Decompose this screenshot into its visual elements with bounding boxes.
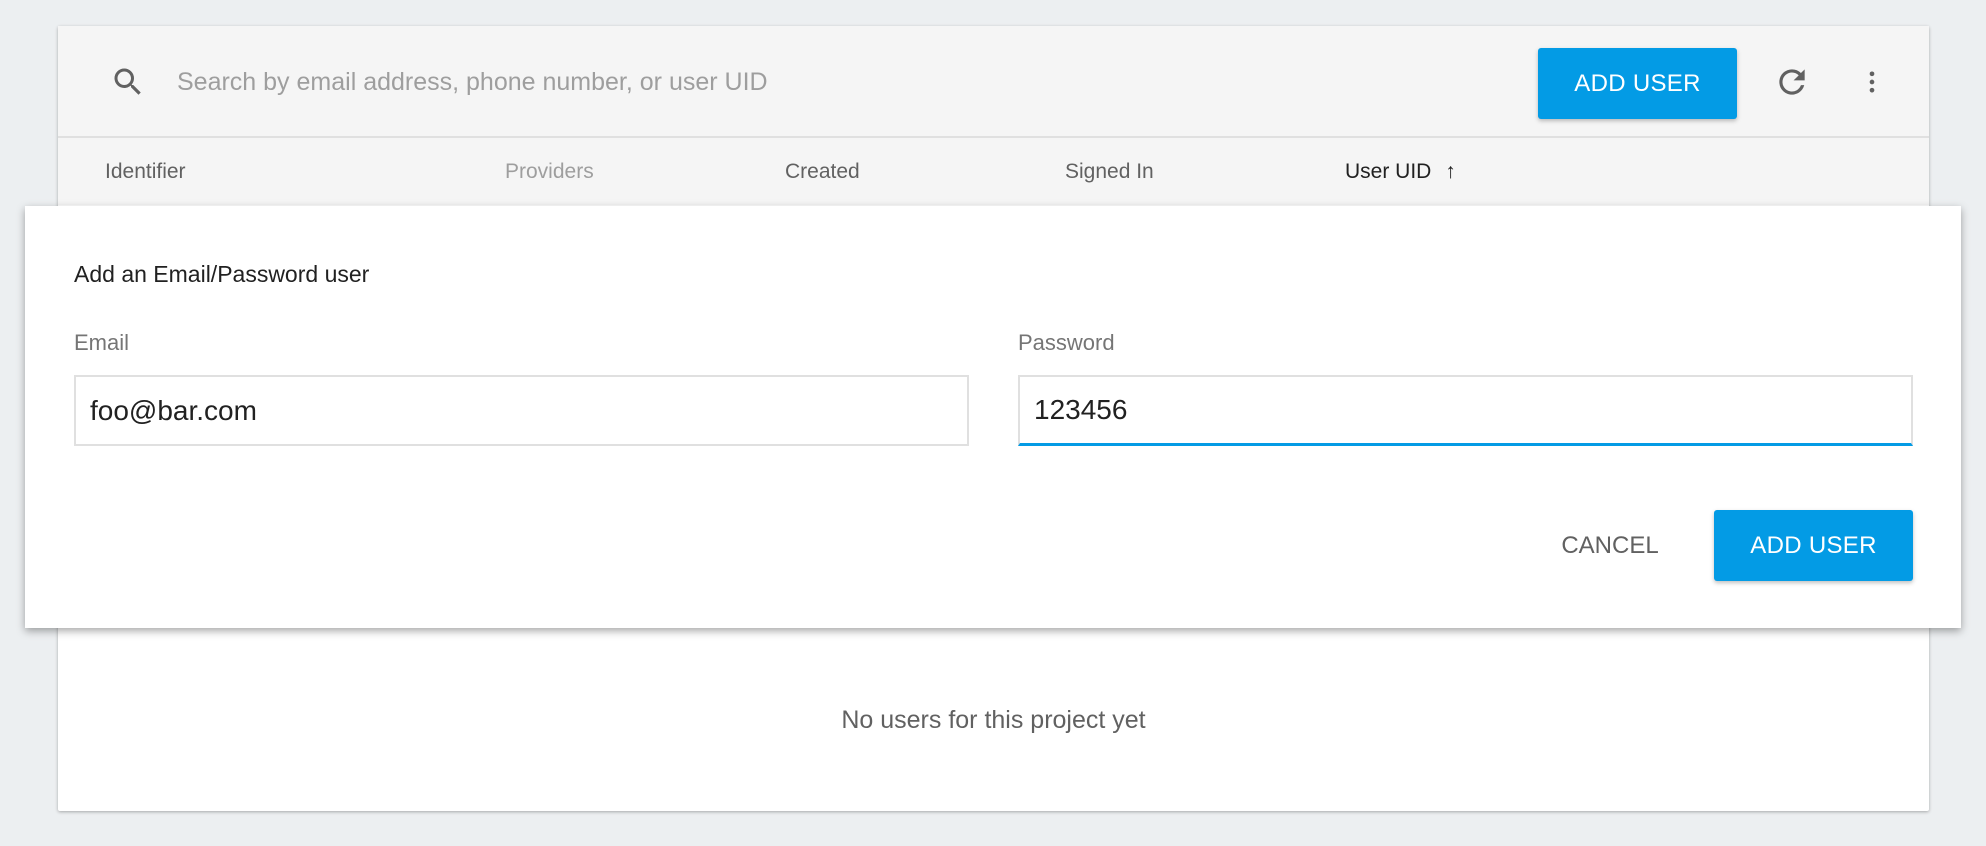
dialog-title: Add an Email/Password user <box>74 261 370 287</box>
column-signed-in[interactable]: Signed In <box>1065 160 1154 184</box>
password-field[interactable] <box>1018 375 1913 446</box>
email-field[interactable] <box>74 375 969 446</box>
column-identifier[interactable]: Identifier <box>105 160 186 184</box>
search-icon <box>114 68 141 95</box>
column-user-uid[interactable]: User UID ↑ <box>1345 160 1456 184</box>
toolbar: ADD USER <box>58 26 1929 138</box>
search-input[interactable] <box>177 62 1077 102</box>
dialog-add-user-button[interactable]: ADD USER <box>1714 510 1913 581</box>
column-providers: Providers <box>505 160 594 183</box>
email-label: Email <box>74 330 130 355</box>
sort-arrow-up-icon: ↑ <box>1445 160 1456 183</box>
refresh-icon[interactable] <box>1773 62 1811 102</box>
table-header: Identifier Providers Created Signed In U… <box>58 138 1929 205</box>
column-created[interactable]: Created <box>785 160 860 184</box>
empty-message: No users for this project yet <box>841 706 1146 734</box>
column-user-uid-label: User UID <box>1345 160 1432 183</box>
more-vert-icon[interactable] <box>1858 62 1886 102</box>
cancel-button[interactable]: CANCEL <box>1545 510 1675 581</box>
add-user-dialog: Add an Email/Password user Email Passwor… <box>25 206 1961 628</box>
add-user-button[interactable]: ADD USER <box>1538 48 1737 119</box>
password-label: Password <box>1018 330 1115 355</box>
